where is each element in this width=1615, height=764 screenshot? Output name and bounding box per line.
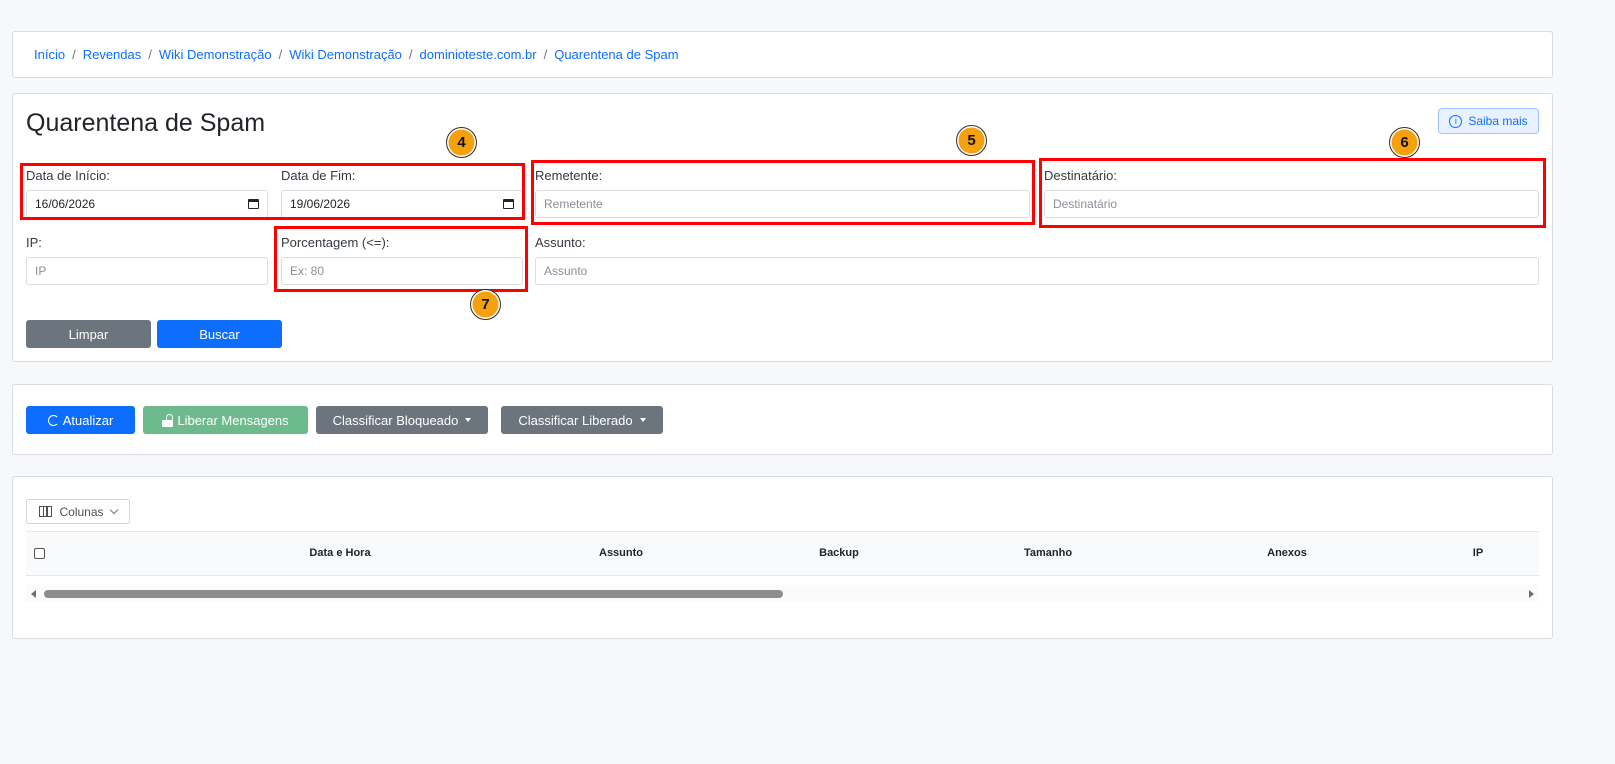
- assunto-input[interactable]: Assunto: [535, 257, 1539, 285]
- caret-down-icon: [639, 418, 646, 422]
- breadcrumb-current[interactable]: Quarentena de Spam: [554, 47, 678, 62]
- header-anexos[interactable]: Anexos: [1267, 547, 1307, 559]
- annotation-badge-4: 4: [446, 127, 477, 158]
- caret-down-icon: [465, 418, 472, 422]
- saiba-mais-button[interactable]: i Saiba mais: [1438, 108, 1539, 134]
- annotation-badge-7: 7: [470, 289, 501, 320]
- ip-label: IP:: [26, 235, 42, 250]
- breadcrumb-wiki-1[interactable]: Wiki Demonstração: [159, 47, 272, 62]
- breadcrumb: Início / Revendas / Wiki Demonstração / Wiki D…: [34, 47, 679, 62]
- table-card: Colunas Data e Hora Assunto Backup Taman…: [12, 476, 1553, 639]
- breadcrumb-domain[interactable]: dominioteste.com.br: [420, 47, 537, 62]
- actions-card: Atualizar Liberar Mensagens Classificar …: [12, 384, 1553, 455]
- refresh-icon: [47, 414, 59, 426]
- classificar-liberado-dropdown[interactable]: Classificar Liberado: [501, 406, 663, 434]
- unlock-icon: [162, 413, 174, 427]
- atualizar-button[interactable]: Atualizar: [26, 406, 135, 434]
- breadcrumb-inicio[interactable]: Início: [34, 47, 65, 62]
- scroll-left-icon[interactable]: [31, 590, 36, 598]
- highlight-dates: [20, 163, 525, 220]
- assunto-label: Assunto:: [535, 235, 586, 250]
- page-title: Quarentena de Spam: [26, 109, 266, 137]
- highlight-remetente: [531, 160, 1035, 225]
- header-tamanho[interactable]: Tamanho: [1024, 547, 1072, 559]
- ip-input[interactable]: IP: [26, 257, 268, 285]
- buscar-button[interactable]: Buscar: [157, 320, 282, 348]
- columns-icon: [39, 506, 53, 517]
- table-header: Data e Hora Assunto Backup Tamanho Anexo…: [26, 531, 1539, 576]
- header-ip[interactable]: IP: [1473, 547, 1483, 559]
- annotation-badge-5: 5: [956, 125, 987, 156]
- classificar-bloqueado-dropdown[interactable]: Classificar Bloqueado: [316, 406, 488, 434]
- colunas-dropdown[interactable]: Colunas: [26, 499, 130, 524]
- breadcrumb-revendas[interactable]: Revendas: [83, 47, 142, 62]
- breadcrumb-card: Início / Revendas / Wiki Demonstração / Wiki D…: [12, 31, 1553, 78]
- breadcrumb-wiki-2[interactable]: Wiki Demonstração: [289, 47, 402, 62]
- annotation-badge-6: 6: [1389, 127, 1420, 158]
- liberar-mensagens-button[interactable]: Liberar Mensagens: [143, 406, 308, 434]
- info-icon: i: [1449, 114, 1463, 128]
- scrollbar-thumb[interactable]: [44, 590, 783, 598]
- highlight-porcentagem: [274, 226, 528, 292]
- horizontal-scrollbar[interactable]: [26, 585, 1539, 602]
- header-assunto[interactable]: Assunto: [599, 547, 643, 559]
- chevron-down-icon: [109, 505, 118, 515]
- limpar-button[interactable]: Limpar: [26, 320, 151, 348]
- saiba-mais-label: Saiba mais: [1468, 114, 1528, 128]
- select-all-checkbox[interactable]: [34, 548, 45, 559]
- scroll-right-icon[interactable]: [1529, 590, 1534, 598]
- highlight-destinatario: [1039, 158, 1546, 228]
- header-backup[interactable]: Backup: [819, 547, 859, 559]
- header-data-hora[interactable]: Data e Hora: [309, 547, 370, 559]
